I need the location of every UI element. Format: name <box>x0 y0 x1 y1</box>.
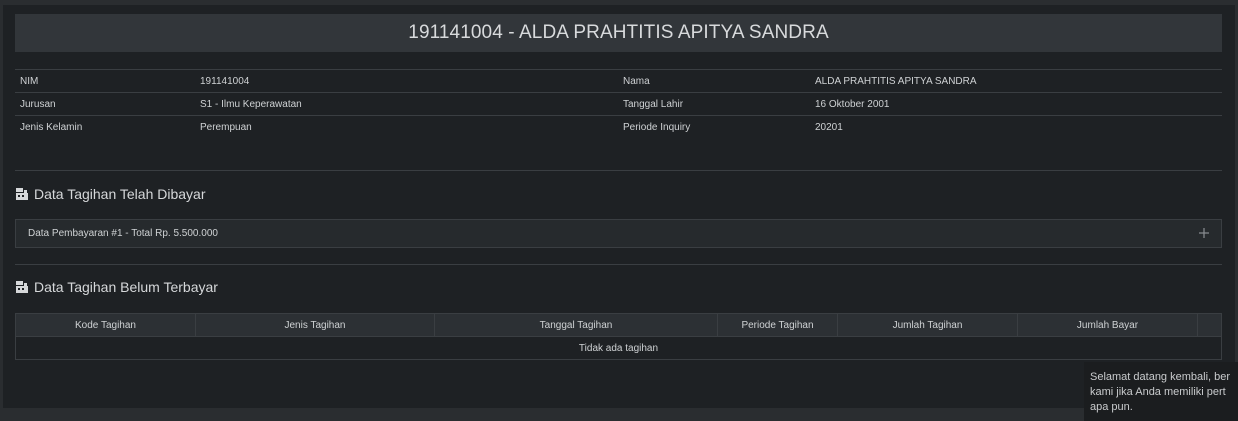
welcome-toast[interactable]: Selamat datang kembali, ber kami jika An… <box>1084 362 1238 421</box>
info-row: NIM 191141004 Nama ALDA PRAHTITIS APITYA… <box>15 69 1222 93</box>
info-value: 191141004 <box>195 69 618 93</box>
info-label: Tanggal Lahir <box>618 92 810 116</box>
column-header-spacer <box>1197 313 1222 337</box>
payment-item-label: Data Pembayaran #1 - Total Rp. 5.500.000 <box>28 228 218 239</box>
info-value: 20201 <box>810 115 1222 139</box>
section-divider <box>15 264 1222 265</box>
unpaid-section-title: Data Tagihan Belum Terbayar <box>15 279 218 295</box>
main-panel: 191141004 - ALDA PRAHTITIS APITYA SANDRA… <box>3 5 1235 408</box>
column-header[interactable]: Tanggal Tagihan <box>434 313 718 337</box>
section-title-text: Data Tagihan Telah Dibayar <box>34 186 206 202</box>
page-title: 191141004 - ALDA PRAHTITIS APITYA SANDRA <box>15 14 1222 52</box>
info-row: Jurusan S1 - Ilmu Keperawatan Tanggal La… <box>15 92 1222 116</box>
column-header[interactable]: Periode Tagihan <box>717 313 838 337</box>
info-label: Jenis Kelamin <box>15 115 195 139</box>
cash-register-icon <box>16 188 28 200</box>
column-header[interactable]: Jumlah Tagihan <box>837 313 1018 337</box>
column-header[interactable]: Jumlah Bayar <box>1017 313 1198 337</box>
info-value: ALDA PRAHTITIS APITYA SANDRA <box>810 69 1222 93</box>
column-header[interactable]: Kode Tagihan <box>15 313 196 337</box>
table-row: Tidak ada tagihan <box>15 336 1222 360</box>
plus-icon[interactable] <box>1197 226 1211 240</box>
info-value: S1 - Ilmu Keperawatan <box>195 92 618 116</box>
cash-register-icon <box>16 281 28 293</box>
paid-section-title: Data Tagihan Telah Dibayar <box>15 186 206 202</box>
unpaid-bills-table: Kode Tagihan Jenis Tagihan Tanggal Tagih… <box>15 313 1222 360</box>
info-value: 16 Oktober 2001 <box>810 92 1222 116</box>
info-label: NIM <box>15 69 195 93</box>
toast-line: apa pun. <box>1090 401 1133 413</box>
student-info-table: NIM 191141004 Nama ALDA PRAHTITIS APITYA… <box>15 69 1222 139</box>
info-row: Jenis Kelamin Perempuan Periode Inquiry … <box>15 115 1222 139</box>
info-value: Perempuan <box>195 115 618 139</box>
section-title-text: Data Tagihan Belum Terbayar <box>34 279 218 295</box>
info-label: Jurusan <box>15 92 195 116</box>
table-header-row: Kode Tagihan Jenis Tagihan Tanggal Tagih… <box>15 313 1222 337</box>
payment-accordion-item[interactable]: Data Pembayaran #1 - Total Rp. 5.500.000 <box>15 219 1222 248</box>
info-label: Nama <box>618 69 810 93</box>
section-divider <box>15 170 1222 171</box>
column-header[interactable]: Jenis Tagihan <box>195 313 435 337</box>
empty-message: Tidak ada tagihan <box>15 336 1222 360</box>
toast-line: kami jika Anda memiliki pert <box>1090 386 1226 398</box>
info-label: Periode Inquiry <box>618 115 810 139</box>
toast-line: Selamat datang kembali, ber <box>1090 371 1231 383</box>
